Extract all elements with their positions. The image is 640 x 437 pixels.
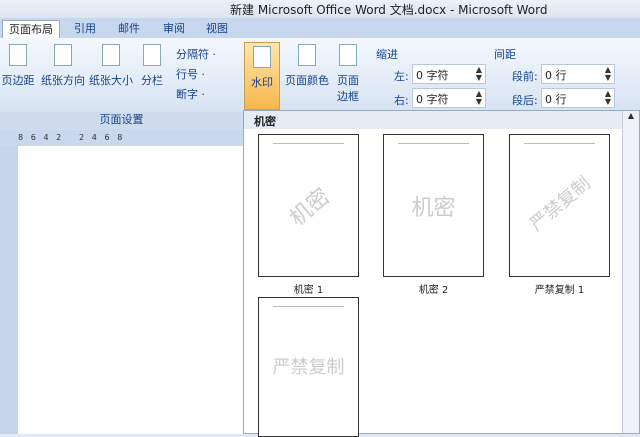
indent-title: 缩进 <box>376 48 398 61</box>
margins-button[interactable]: 页边距 <box>0 44 36 88</box>
ruler[interactable]: 8 6 4 2 2 4 6 8 <box>0 130 243 146</box>
watermark-option[interactable]: 严禁复制 <box>509 134 610 277</box>
watermark-label: 水印 <box>251 76 273 89</box>
gallery-header: 机密 <box>244 111 639 129</box>
indent-left-label: 左: <box>394 70 409 83</box>
spin-arrows-icon[interactable]: ▲ ▼ <box>476 90 482 106</box>
orientation-icon <box>54 44 72 66</box>
document-page[interactable] <box>18 146 243 434</box>
indent-right-value: 0 字符 <box>416 93 449 106</box>
spacing-before-label: 段前: <box>512 70 538 83</box>
ribbon-tabs: 页面布局 引用 邮件 审阅 视图 <box>0 18 640 38</box>
ribbon: 页边距 纸张方向 纸张大小 分栏 分隔符 · 行号 · 断字 · 水印 页面颜色… <box>0 38 640 112</box>
tab-references[interactable]: 引用 <box>68 20 102 38</box>
title-bar: 新建 Microsoft Office Word 文档.docx - Micro… <box>0 0 640 18</box>
orientation-label: 纸张方向 <box>41 74 85 87</box>
indent-right-input[interactable]: 0 字符 ▲ ▼ <box>412 88 486 108</box>
page-borders-label: 页面 <box>337 74 359 87</box>
margins-icon <box>9 44 27 66</box>
spacing-after-input[interactable]: 0 行 ▲ ▼ <box>541 88 615 108</box>
page-borders-button[interactable]: 页面 边框 <box>334 44 362 104</box>
orientation-button[interactable]: 纸张方向 <box>40 44 86 88</box>
watermark-option[interactable]: 严禁复制 <box>258 297 359 437</box>
page-borders-label-2: 边框 <box>337 90 359 103</box>
page-setup-group-label: 页面设置 <box>0 112 243 130</box>
size-label: 纸张大小 <box>89 74 133 87</box>
watermark-caption: 机密 2 <box>418 285 449 296</box>
spin-arrows-icon[interactable]: ▲ ▼ <box>605 66 611 82</box>
tab-mailings[interactable]: 邮件 <box>112 20 146 38</box>
watermark-option[interactable]: 机密 <box>258 134 359 277</box>
watermark-preview: 严禁复制 <box>526 172 595 236</box>
spin-arrows-icon[interactable]: ▲ ▼ <box>476 66 482 82</box>
line-numbers-button[interactable]: 行号 · <box>176 66 205 82</box>
window-title: 新建 Microsoft Office Word 文档.docx - Micro… <box>230 3 548 17</box>
watermark-preview: 严禁复制 <box>272 357 345 378</box>
watermark-preview: 机密 <box>411 196 456 221</box>
columns-button[interactable]: 分栏 <box>138 44 166 88</box>
spin-arrows-icon[interactable]: ▲ ▼ <box>605 90 611 106</box>
scroll-up-icon[interactable]: ▲ <box>623 111 639 120</box>
page-borders-icon <box>339 44 357 66</box>
page-color-button[interactable]: 页面颜色 <box>284 44 330 88</box>
watermark-gallery: 机密 机密 机密 1 机密 机密 2 严禁复制 严禁复制 1 严禁复制 ▲ <box>243 110 640 437</box>
tab-review[interactable]: 审阅 <box>157 20 191 38</box>
breaks-button[interactable]: 分隔符 · <box>176 46 216 62</box>
spacing-before-input[interactable]: 0 行 ▲ ▼ <box>541 64 615 84</box>
hyphenation-button[interactable]: 断字 · <box>176 86 205 102</box>
page-color-label: 页面颜色 <box>285 74 329 87</box>
indent-left-value: 0 字符 <box>416 69 449 82</box>
watermark-button[interactable]: 水印 <box>244 42 280 110</box>
spacing-after-label: 段后: <box>512 94 538 107</box>
spacing-before-value: 0 行 <box>545 69 567 82</box>
watermark-icon <box>253 46 271 68</box>
size-icon <box>102 44 120 66</box>
watermark-caption: 严禁复制 1 <box>534 285 585 296</box>
watermark-caption: 机密 1 <box>293 285 324 296</box>
watermark-preview: 机密 <box>285 184 335 232</box>
spacing-title: 间距 <box>494 48 516 61</box>
indent-right-label: 右: <box>394 94 409 107</box>
indent-left-input[interactable]: 0 字符 ▲ ▼ <box>412 64 486 84</box>
spacing-after-value: 0 行 <box>545 93 567 106</box>
watermark-option[interactable]: 机密 <box>383 134 484 277</box>
columns-label: 分栏 <box>141 74 163 87</box>
columns-icon <box>143 44 161 66</box>
tab-view[interactable]: 视图 <box>200 20 234 38</box>
size-button[interactable]: 纸张大小 <box>88 44 134 88</box>
page-color-icon <box>298 44 316 66</box>
margins-label: 页边距 <box>1 74 35 87</box>
tab-page-layout[interactable]: 页面布局 <box>2 20 60 38</box>
gallery-scrollbar[interactable]: ▲ <box>622 111 639 433</box>
